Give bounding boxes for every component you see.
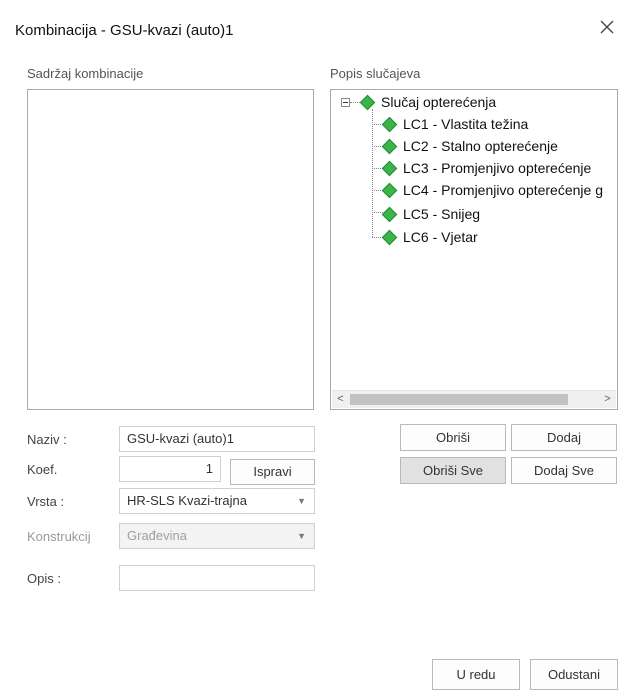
window-title: Kombinacija - GSU-kvazi (auto)1	[15, 22, 234, 39]
delete-all-button[interactable]: Obriši Sve	[400, 457, 506, 484]
scroll-left-icon[interactable]: <	[332, 391, 349, 408]
close-icon[interactable]	[596, 16, 618, 38]
load-case-icon	[381, 182, 398, 198]
correct-button[interactable]: Ispravi	[230, 459, 315, 485]
vrsta-select[interactable]: HR-SLS Kvazi-trajna ▼	[119, 488, 315, 514]
chevron-down-icon: ▼	[297, 531, 306, 541]
vrsta-selected-value: HR-SLS Kvazi-trajna	[127, 493, 247, 508]
load-case-icon	[381, 160, 398, 176]
tree-node-lc6[interactable]: LC6 - Vjetar	[381, 227, 478, 247]
konstrukcija-select: Građevina ▼	[119, 523, 315, 549]
chevron-down-icon: ▼	[297, 496, 306, 506]
delete-button[interactable]: Obriši	[400, 424, 506, 451]
koef-field[interactable]: 1	[119, 456, 221, 482]
tree-node-lc5[interactable]: LC5 - Snijeg	[381, 204, 481, 224]
tree-node-label: LC3 - Promjenjivo opterećenje	[403, 160, 592, 176]
load-case-icon	[381, 206, 398, 222]
tree-node-lc2[interactable]: LC2 - Stalno opterećenje	[381, 136, 558, 156]
tree-root-label: Slučaj opterećenja	[381, 94, 497, 110]
tree-node-label: LC6 - Vjetar	[403, 229, 478, 245]
tree-node-lc1[interactable]: LC1 - Vlastita težina	[381, 114, 529, 134]
add-button[interactable]: Dodaj	[511, 424, 617, 451]
vrsta-label: Vrsta :	[27, 494, 65, 509]
cancel-button[interactable]: Odustani	[530, 659, 618, 690]
load-case-icon	[381, 229, 398, 245]
combination-content-list[interactable]	[27, 89, 314, 410]
ok-button[interactable]: U redu	[432, 659, 520, 690]
opis-field[interactable]	[119, 565, 315, 591]
tree-connector	[372, 212, 383, 213]
tree-root-node[interactable]: Slučaj opterećenja	[359, 92, 497, 112]
scrollbar-thumb[interactable]	[350, 394, 568, 405]
koef-label: Koef.	[27, 462, 58, 477]
case-list-label: Popis slučajeva	[330, 66, 421, 81]
load-case-icon	[359, 94, 376, 110]
tree-node-lc3[interactable]: LC3 - Promjenjivo opterećenje	[381, 158, 592, 178]
combination-content-label: Sadržaj kombinacije	[27, 66, 144, 81]
tree-node-label: LC2 - Stalno opterećenje	[403, 138, 558, 154]
tree-node-label: LC1 - Vlastita težina	[403, 116, 529, 132]
konstrukcija-label: Konstrukcij	[27, 529, 91, 544]
scroll-right-icon[interactable]: >	[599, 391, 616, 408]
naziv-field[interactable]: GSU-kvazi (auto)1	[119, 426, 315, 452]
load-case-icon	[381, 138, 398, 154]
tree-node-label: LC4 - Promjenjivo opterećenje g	[403, 182, 603, 198]
konstrukcija-selected-value: Građevina	[127, 528, 187, 543]
tree-node-lc4[interactable]: LC4 - Promjenjivo opterećenje g	[381, 180, 603, 200]
tree-connector	[372, 109, 373, 237]
load-case-icon	[381, 116, 398, 132]
naziv-label: Naziv :	[27, 432, 67, 447]
add-all-button[interactable]: Dodaj Sve	[511, 457, 617, 484]
tree-node-label: LC5 - Snijeg	[403, 206, 481, 222]
horizontal-scrollbar[interactable]: < >	[332, 390, 616, 408]
opis-label: Opis :	[27, 571, 61, 586]
case-tree[interactable]: Slučaj opterećenja LC1 - Vlastita težina…	[330, 89, 618, 410]
collapse-icon[interactable]	[341, 98, 350, 107]
